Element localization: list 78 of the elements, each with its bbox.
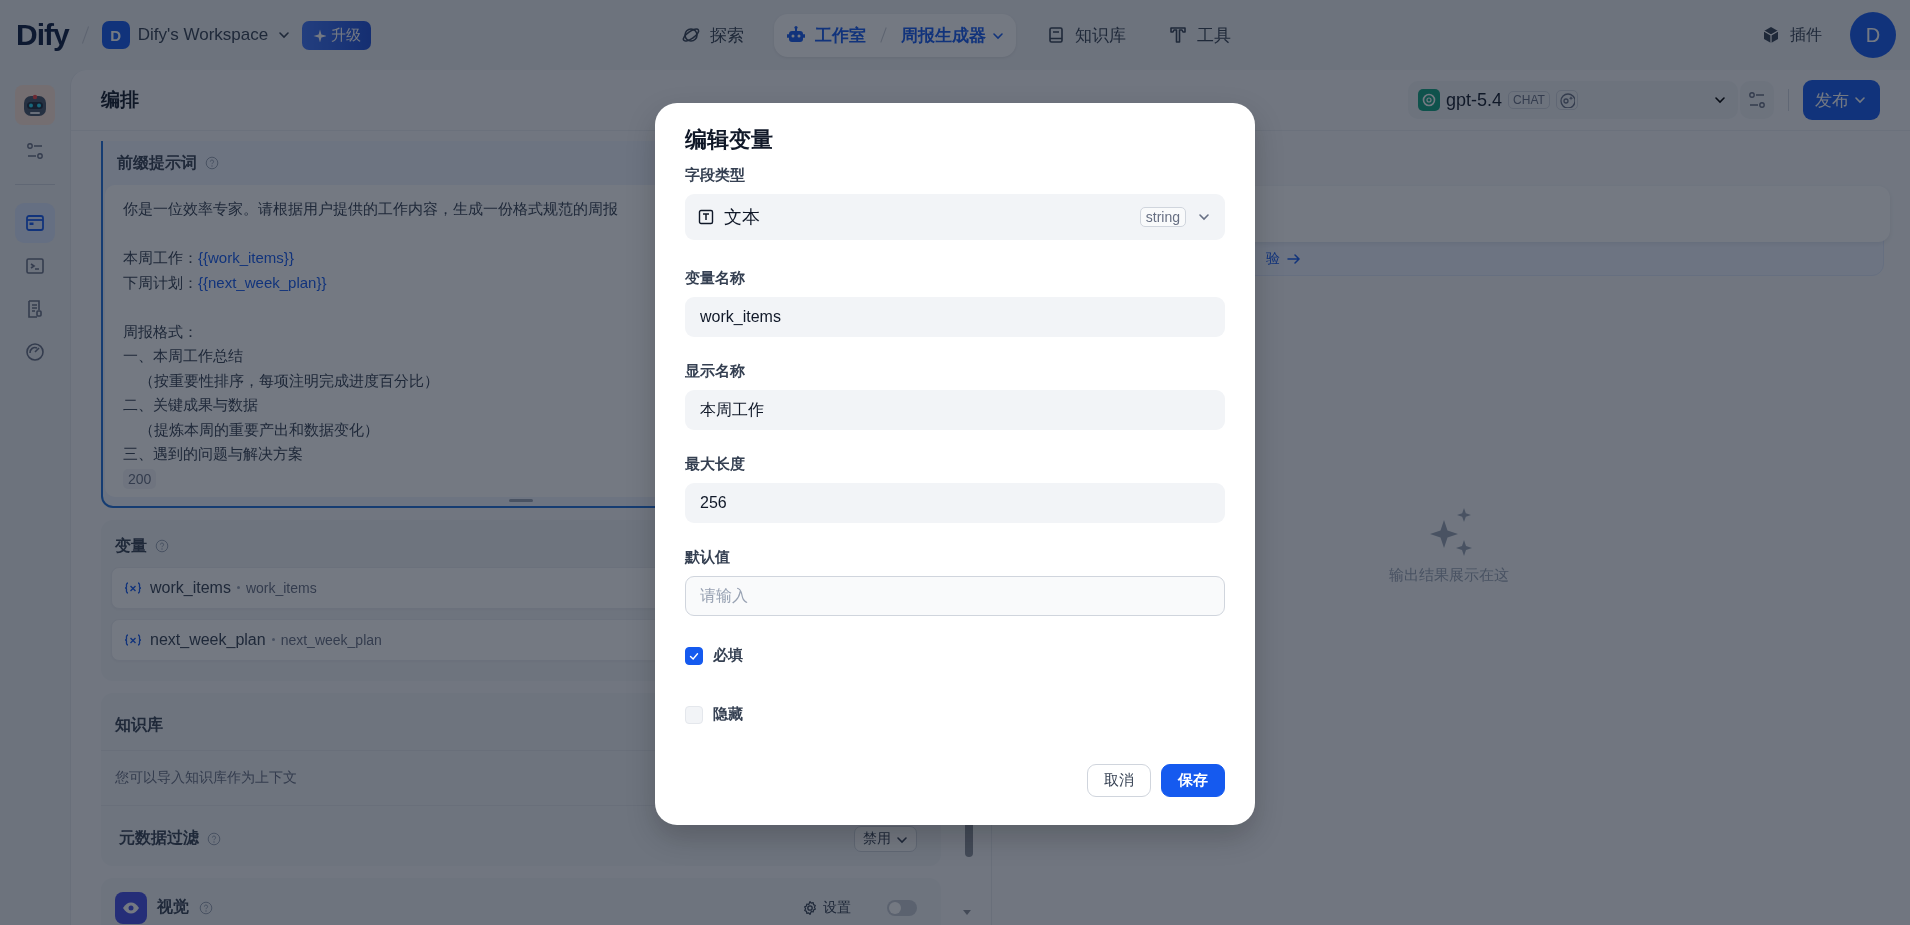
nav-tab[interactable]: 工作室 周报生成器	[774, 13, 1016, 57]
field-label: 默认值	[685, 547, 731, 567]
planet-icon	[681, 25, 701, 45]
prompt-line: 三、遇到的问题与解决方案	[123, 444, 303, 464]
input-field[interactable]: 请输入	[685, 576, 1225, 616]
section-title: 元数据过滤	[119, 828, 199, 848]
save-button[interactable]: 保存	[1161, 764, 1225, 797]
page-title: 编排	[101, 88, 140, 112]
section-title: 前缀提示词	[117, 152, 197, 173]
input-field[interactable]: 256	[685, 483, 1225, 523]
input-field[interactable]: work_items	[685, 297, 1225, 337]
tool-icon	[1168, 25, 1188, 45]
user-avatar[interactable]: D	[1850, 12, 1896, 58]
workspace-avatar: D	[101, 21, 130, 49]
publish-button[interactable]: 发布	[1803, 80, 1880, 120]
settings-button[interactable]: 设置	[796, 897, 857, 918]
checkbox-option[interactable]: 隐藏	[685, 705, 1225, 724]
section-title: 知识库	[115, 715, 163, 733]
plugins-button[interactable]: 插件	[1755, 23, 1828, 47]
prompt-line: 本周工作：{{work_items}}	[123, 248, 294, 268]
field-label: 字段类型	[685, 165, 746, 185]
vision-badge-icon	[1555, 90, 1578, 110]
upgrade-button[interactable]: 升级	[302, 20, 372, 50]
model-selector[interactable]: gpt-5.4 CHAT	[1408, 81, 1738, 119]
type-tag: string	[1139, 207, 1186, 227]
app-icon[interactable]	[15, 85, 55, 125]
variable-label: work_items	[245, 579, 317, 596]
section-title: 视觉	[157, 897, 189, 917]
field-label: 变量名称	[685, 268, 746, 288]
filter-select[interactable]: 禁用	[854, 825, 917, 852]
field-label: 显示名称	[685, 361, 746, 381]
prompt-line: 你是一位效率专家。请根据用户提供的工作内容，生成一份格式规范的周报	[123, 199, 618, 219]
settings-button[interactable]	[1740, 81, 1774, 119]
nav-tab[interactable]: 探索	[669, 13, 756, 57]
input-field[interactable]: 本周工作	[685, 390, 1225, 430]
prompt-line: （按重要性排序，每项注明完成进度百分比）	[138, 370, 439, 391]
book-icon	[1046, 25, 1066, 45]
sliders-icon	[1747, 90, 1767, 110]
help-icon[interactable]	[207, 831, 221, 846]
variable-name: work_items	[150, 578, 231, 597]
prompt-line: 周报格式：	[123, 321, 198, 342]
type-select[interactable]: 文本 string	[685, 194, 1225, 240]
variable-name: next_week_plan	[150, 630, 266, 649]
checkbox[interactable]	[685, 646, 703, 665]
variable-icon	[124, 632, 142, 647]
layout-icon[interactable]	[15, 203, 55, 243]
dialog-title: 编辑变量	[685, 126, 774, 154]
arrow-right-icon[interactable]	[1286, 251, 1302, 267]
scroll-down-arrow-icon[interactable]	[962, 908, 972, 916]
sliders-icon[interactable]	[25, 141, 45, 161]
workspace-selector[interactable]: D Dify's Workspace	[101, 21, 293, 49]
robot-icon	[786, 25, 806, 45]
help-icon[interactable]	[199, 900, 213, 915]
gear-icon	[802, 899, 818, 916]
eye-icon	[115, 891, 147, 924]
cube-icon	[1761, 25, 1781, 45]
sparkle-icon	[312, 28, 327, 42]
field-label: 最大长度	[685, 454, 746, 474]
vision-toggle[interactable]	[887, 899, 917, 916]
prompt-line: 二、关键成果与数据	[123, 395, 258, 415]
banner-text[interactable]: 验	[1266, 250, 1280, 268]
character-count: 200	[123, 468, 157, 489]
cancel-button[interactable]: 取消	[1087, 764, 1151, 797]
section-title: 变量	[115, 535, 147, 556]
prompt-line: 下周计划：{{next_week_plan}}	[123, 272, 327, 293]
variable-label: next_week_plan	[280, 631, 382, 648]
model-icon	[1418, 89, 1440, 111]
text-type-icon	[698, 209, 714, 225]
prompt-line: （提炼本周的重要产出和数据变化）	[138, 419, 379, 440]
variable-icon	[124, 580, 142, 595]
nav-tab[interactable]: 知识库	[1034, 13, 1138, 57]
type-value: 文本	[724, 206, 761, 229]
help-icon[interactable]	[205, 156, 219, 170]
help-icon[interactable]	[155, 539, 169, 553]
mode-tag: CHAT	[1508, 91, 1550, 109]
logo: Dify	[16, 18, 69, 52]
prompt-line: 一、本周工作总结	[123, 346, 243, 366]
nav-tab[interactable]: 工具	[1156, 13, 1243, 57]
